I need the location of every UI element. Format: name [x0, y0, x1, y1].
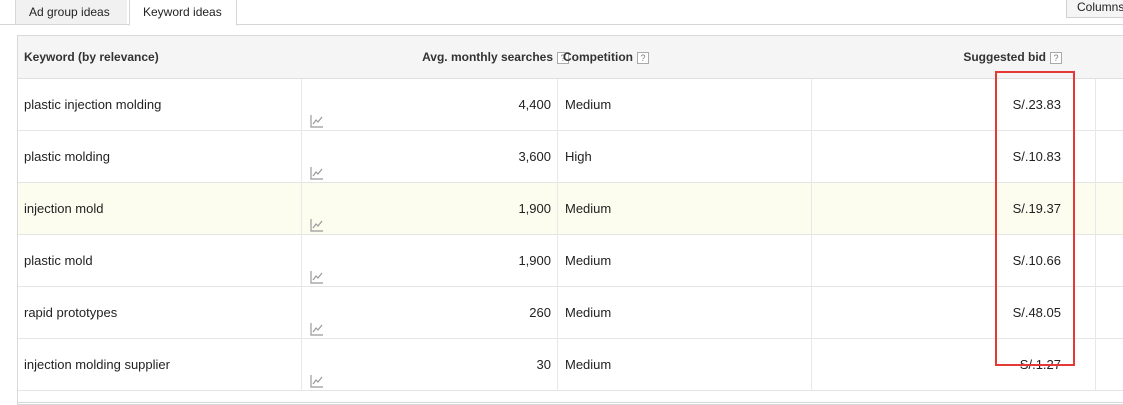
- header-competition[interactable]: Competition?: [563, 36, 649, 79]
- keyword-cell[interactable]: rapid prototypes: [24, 287, 117, 339]
- competition-cell: Medium: [557, 339, 811, 391]
- competition-cell: Medium: [557, 235, 811, 287]
- avg-searches-cell: 1,900: [518, 253, 551, 268]
- trend-chart-icon[interactable]: [310, 98, 324, 128]
- table-row[interactable]: plastic injection molding 4,400 Medium S/.2…: [18, 79, 1123, 131]
- table-row[interactable]: rapid prototypes 260 Medium S/.48.05: [18, 287, 1123, 339]
- competition-cell: Medium: [557, 183, 811, 235]
- tab-bar: Ad group ideas Keyword ideas Columns: [0, 0, 1123, 26]
- competition-cell: Medium: [557, 79, 811, 131]
- columns-button[interactable]: Columns: [1066, 0, 1123, 18]
- header-avg-searches[interactable]: Avg. monthly searches?: [422, 36, 569, 79]
- trend-chart-icon[interactable]: [310, 306, 324, 336]
- table-header: Keyword (by relevance) Avg. monthly sear…: [18, 36, 1123, 79]
- avg-searches-cell: 260: [529, 305, 551, 320]
- table-row[interactable]: injection molding supplier 30 Medium S/.1.2…: [18, 339, 1123, 391]
- header-keyword-label: Keyword (by relevance): [24, 50, 159, 64]
- help-icon[interactable]: ?: [637, 51, 649, 64]
- table-row[interactable]: plastic molding 3,600 High S/.10.83: [18, 131, 1123, 183]
- tab-keyword-ideas[interactable]: Keyword ideas: [129, 0, 237, 26]
- competition-cell: Medium: [557, 287, 811, 339]
- avg-searches-cell: 1,900: [518, 201, 551, 216]
- trend-cell: [301, 339, 557, 391]
- trend-chart-icon[interactable]: [310, 358, 324, 388]
- row-end-cell: [1095, 339, 1123, 391]
- keyword-cell[interactable]: plastic injection molding: [24, 79, 161, 131]
- competition-cell: High: [557, 131, 811, 183]
- keyword-cell[interactable]: plastic mold: [24, 235, 93, 287]
- keyword-cell[interactable]: injection mold: [24, 183, 104, 235]
- table-row[interactable]: injection mold 1,900 Medium S/.19.37: [18, 183, 1123, 235]
- trend-chart-icon[interactable]: [310, 254, 324, 284]
- keyword-table: Keyword (by relevance) Avg. monthly sear…: [17, 35, 1123, 405]
- avg-searches-cell: 30: [536, 357, 551, 372]
- header-competition-label: Competition: [563, 50, 633, 64]
- row-end-cell: [1095, 79, 1123, 131]
- trend-cell: [301, 287, 557, 339]
- help-icon[interactable]: ?: [1050, 51, 1062, 64]
- row-end-cell: [1095, 183, 1123, 235]
- avg-searches-cell: 3,600: [518, 149, 551, 164]
- bid-highlight-box: [995, 71, 1075, 366]
- avg-searches-cell: 4,400: [518, 97, 551, 112]
- table-row[interactable]: plastic mold 1,900 Medium S/.10.66: [18, 235, 1123, 287]
- tab-ad-group-ideas[interactable]: Ad group ideas: [15, 0, 127, 25]
- trend-chart-icon[interactable]: [310, 202, 324, 232]
- trend-chart-icon[interactable]: [310, 150, 324, 180]
- header-keyword[interactable]: Keyword (by relevance): [24, 36, 159, 79]
- row-end-cell: [1095, 287, 1123, 339]
- header-avg-label: Avg. monthly searches: [422, 50, 553, 64]
- keyword-cell[interactable]: plastic molding: [24, 131, 110, 183]
- table-bottom-border: [17, 402, 1123, 403]
- header-bid-label: Suggested bid: [963, 50, 1046, 64]
- row-end-cell: [1095, 131, 1123, 183]
- row-end-cell: [1095, 235, 1123, 287]
- keyword-cell[interactable]: injection molding supplier: [24, 339, 170, 391]
